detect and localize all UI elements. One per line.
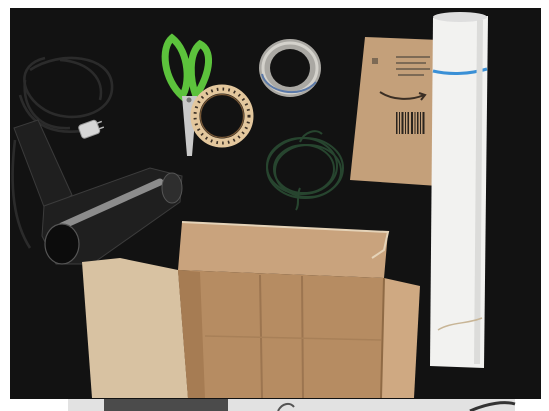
dryer-rear-vent xyxy=(44,223,80,265)
cardboard-sheet xyxy=(350,37,440,186)
print-line xyxy=(396,68,430,70)
print-line xyxy=(396,62,426,64)
print-mark xyxy=(372,58,378,64)
print-line xyxy=(396,56,430,58)
next-image-strip xyxy=(68,399,516,411)
photo-craft-supplies xyxy=(0,0,549,411)
box-crease xyxy=(301,275,304,399)
roll-shade xyxy=(474,19,483,365)
box-right-flap xyxy=(381,278,420,398)
strip-dark xyxy=(104,399,228,411)
paper-roll xyxy=(430,12,488,368)
dryer-nozzle xyxy=(161,172,183,204)
print-line xyxy=(398,74,424,76)
tape-core xyxy=(270,49,310,87)
tape-roll xyxy=(259,39,321,97)
scissors-pivot xyxy=(186,97,192,103)
box-interior xyxy=(178,270,384,398)
cardboard-panel xyxy=(350,37,440,186)
box-left-flap xyxy=(82,258,188,398)
